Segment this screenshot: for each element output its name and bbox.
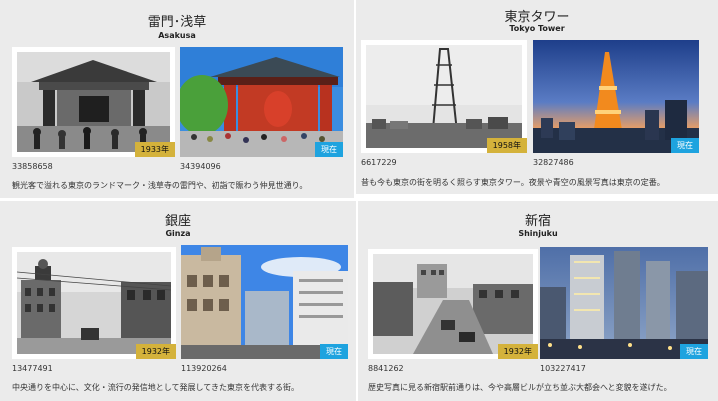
old-photo-id: 33858658 <box>12 162 53 171</box>
new-photo-id: 103227417 <box>540 364 586 373</box>
present-badge: 現在 <box>671 138 699 153</box>
new-photo-asakusa[interactable]: 現在 <box>180 47 343 157</box>
card-asakusa: 雷門･浅草 Asakusa 1933年 現在 33858658 34394096… <box>0 0 354 198</box>
present-badge: 現在 <box>320 344 348 359</box>
new-photo-id: 32827486 <box>533 158 574 167</box>
card-title-jp: 新宿 <box>524 214 551 229</box>
ginza-1932-image <box>17 252 171 354</box>
card-title-jp: 東京タワー <box>504 10 570 25</box>
present-badge: 現在 <box>680 344 708 359</box>
new-photo-id: 113920264 <box>181 364 227 373</box>
asakusa-1933-image <box>17 52 170 152</box>
new-photo-ginza[interactable]: 現在 <box>181 245 348 359</box>
asakusa-present-image <box>180 47 343 157</box>
card-caption: 歴史写真に見る新宿駅前通りは、今や高層ビルが立ち並ぶ大都会へと変貌を遂げた。 <box>368 383 672 392</box>
year-badge: 1932年 <box>497 344 538 359</box>
old-photo-id: 6617229 <box>361 158 397 167</box>
old-photo-tokyo-tower[interactable]: 1958年 <box>361 40 527 153</box>
card-title-en: Asakusa <box>158 31 196 40</box>
present-badge: 現在 <box>315 142 343 157</box>
card-tokyo-tower: 東京タワー Tokyo Tower 1958年 現在 6617229 32827… <box>356 0 718 194</box>
card-shinjuku: 新宿 Shinjuku 1932年 現在 8841262 103227417 歴… <box>358 201 718 401</box>
old-photo-id: 13477491 <box>12 364 53 373</box>
new-photo-id: 34394096 <box>180 162 221 171</box>
shinjuku-1932-image <box>373 254 533 354</box>
old-photo-asakusa[interactable]: 1933年 <box>12 47 175 157</box>
ginza-present-image <box>181 245 348 359</box>
year-badge: 1933年 <box>134 142 175 157</box>
new-photo-tokyo-tower[interactable]: 現在 <box>533 40 699 153</box>
card-caption: 観光客で溢れる東京のランドマーク・浅草寺の雷門や、初詣で賑わう仲見世通り。 <box>12 181 308 190</box>
card-title-en: Ginza <box>165 229 191 238</box>
card-title-jp: 雷門･浅草 <box>147 15 207 30</box>
old-photo-id: 8841262 <box>368 364 404 373</box>
tokyo-tower-present-image <box>533 40 699 153</box>
old-photo-shinjuku[interactable]: 1932年 <box>368 249 538 359</box>
card-ginza: 銀座 Ginza 1932年 現在 13477491 113920264 中央通… <box>0 201 356 401</box>
year-badge: 1958年 <box>486 138 527 153</box>
photo-comparison-grid: 雷門･浅草 Asakusa 1933年 現在 33858658 34394096… <box>0 0 718 401</box>
card-caption: 中央通りを中心に、文化・流行の発信地として発展してきた東京を代表する街。 <box>12 383 300 392</box>
card-title-en: Shinjuku <box>518 229 558 238</box>
old-photo-ginza[interactable]: 1932年 <box>12 247 176 359</box>
tokyo-tower-1958-image <box>366 45 522 148</box>
card-title-en: Tokyo Tower <box>509 24 565 33</box>
year-badge: 1932年 <box>135 344 176 359</box>
card-caption: 昔も今も東京の街を明るく照らす東京タワー。夜景や青空の風景写真は東京の定番。 <box>361 178 665 187</box>
card-title-jp: 銀座 <box>164 214 191 229</box>
new-photo-shinjuku[interactable]: 現在 <box>540 247 708 359</box>
shinjuku-present-image <box>540 247 708 359</box>
